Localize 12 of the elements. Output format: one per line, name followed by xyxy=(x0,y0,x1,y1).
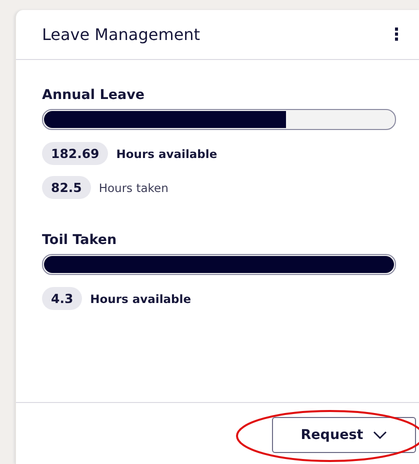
request-button[interactable]: Request xyxy=(272,417,416,453)
hours-label: Hours taken xyxy=(98,180,168,194)
section-title: Toil Taken xyxy=(42,232,117,248)
hours-badge: 4.3 xyxy=(42,287,82,310)
card-title: Leave Management xyxy=(42,25,200,44)
hours-label: Hours available xyxy=(116,146,218,160)
hours-badge: 82.5 xyxy=(42,176,91,199)
hours-badge: 182.69 xyxy=(42,142,108,165)
more-menu-button[interactable]: ⋮ xyxy=(384,24,409,44)
section-title: Annual Leave xyxy=(42,87,145,103)
chevron-down-icon xyxy=(373,431,388,439)
hours-label: Hours available xyxy=(90,292,192,306)
